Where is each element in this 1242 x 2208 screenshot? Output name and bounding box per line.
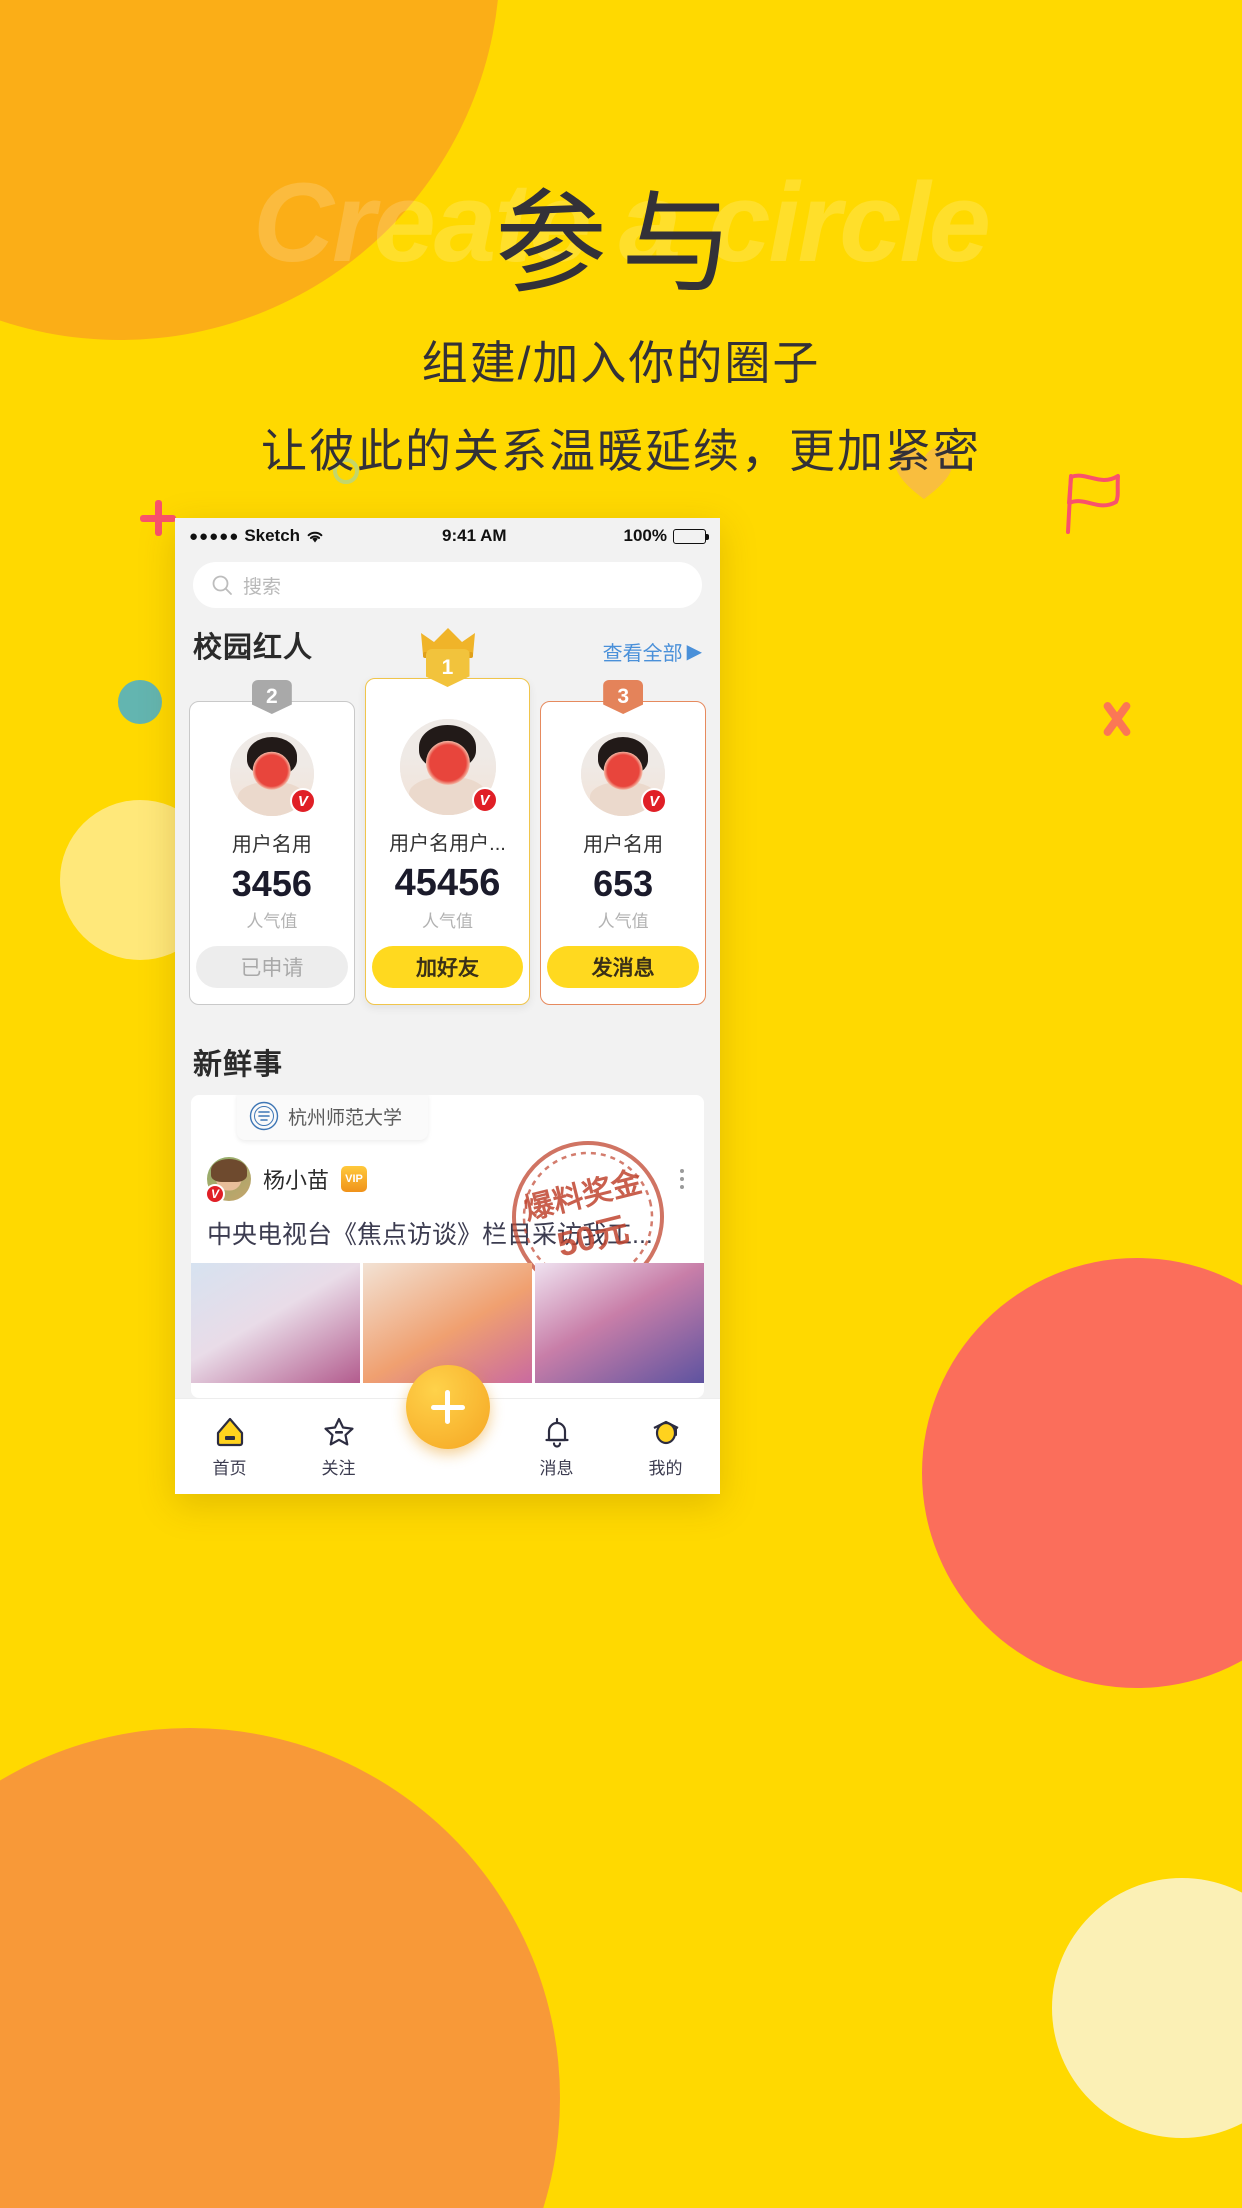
tab-messages-label: 消息: [539, 1458, 574, 1478]
verified-icon: V: [289, 788, 316, 814]
tab-follow[interactable]: 关注: [284, 1415, 393, 1479]
username-label: 用户名用: [583, 834, 664, 856]
school-logo-icon: [249, 1101, 279, 1131]
search-icon: [212, 575, 232, 595]
verified-icon: V: [205, 1184, 225, 1204]
page-title: 参与: [495, 181, 747, 306]
search-section: 搜索: [175, 554, 720, 620]
ranking-card-2[interactable]: 2 V 用户名用 3456 人气值 已申请: [189, 680, 355, 1005]
battery-icon: [672, 528, 709, 544]
post-image[interactable]: [535, 1263, 704, 1383]
tab-home-label: 首页: [212, 1458, 247, 1478]
carrier-label: Sketch: [244, 526, 301, 545]
bell-icon: [544, 1417, 569, 1448]
feed-post-card[interactable]: 杭州师范大学 V 杨小苗 VIP 爆料奖金 50元 中央电视台《焦点访谈》栏目采…: [191, 1095, 704, 1398]
verified-icon: V: [471, 787, 498, 813]
add-friend-button[interactable]: 加好友: [371, 946, 524, 988]
status-bar-time: 9:41 AM: [442, 526, 507, 545]
view-all-link[interactable]: 查看全部 ▶: [603, 637, 702, 666]
ranking-cards-row: 2 V 用户名用 3456 人气值 已申请 1 V 用户名用户... 45456…: [175, 628, 720, 1027]
popularity-label: 人气值: [597, 912, 649, 931]
cream-circle-bottom-right: [1052, 1878, 1242, 2138]
phone-mockup: ●●●●● Sketch 9:41 AM 100% 搜索 校园红人 查看全部 ▶…: [175, 518, 720, 1494]
hero-subtitle-line-1: 组建/加入你的圈子: [421, 336, 821, 389]
tab-messages[interactable]: 消息: [502, 1415, 611, 1479]
send-message-button[interactable]: 发消息: [547, 946, 700, 988]
avatar[interactable]: V: [205, 1157, 251, 1204]
post-title: 中央电视台《焦点访谈》栏目采访我工...: [207, 1221, 653, 1249]
wifi-icon: [307, 531, 323, 542]
tab-follow-label: 关注: [321, 1458, 356, 1478]
pink-plus-icon: [140, 500, 176, 536]
popularity-value: 653: [593, 863, 654, 904]
rank-badge: 1: [425, 649, 470, 687]
avatar: V: [229, 732, 316, 816]
username-label: 用户名用户...: [389, 833, 506, 855]
vip-medal-icon: VIP: [341, 1166, 368, 1192]
status-bar: ●●●●● Sketch 9:41 AM 100%: [175, 518, 720, 554]
orange-blob-bottom-left: [0, 1728, 560, 2208]
popularity-value: 3456: [231, 863, 312, 904]
ranking-card-3[interactable]: 3 V 用户名用 653 人气值 发消息: [540, 680, 707, 1005]
popularity-value: 45456: [394, 862, 501, 904]
bottom-tab-bar: 首页 关注 消息 我的: [175, 1365, 720, 1494]
signal-dots-icon: ●●●●●: [189, 527, 240, 545]
feed-section-header: 新鲜事: [175, 1027, 720, 1095]
chevron-right-icon: ▶: [686, 641, 702, 663]
battery-percent-label: 100%: [623, 526, 667, 545]
hero-section: 参与 组建/加入你的圈子 让彼此的关系温暖延续，更加紧密: [0, 180, 1242, 481]
stars-section-title: 校园红人: [193, 632, 314, 664]
coral-circle-right: [922, 1258, 1242, 1688]
feed-section-title: 新鲜事: [193, 1049, 284, 1081]
coral-x-icon: [1098, 700, 1136, 738]
post-image[interactable]: [191, 1263, 360, 1383]
search-input[interactable]: 搜索: [193, 562, 702, 608]
profile-icon: [653, 1420, 678, 1444]
home-icon: [216, 1417, 243, 1446]
post-author-name: 杨小苗: [263, 1168, 330, 1193]
tab-profile[interactable]: 我的: [611, 1415, 720, 1479]
rank-badge: 2: [251, 680, 292, 714]
ranking-card-1[interactable]: 1 V 用户名用户... 45456 人气值 加好友: [364, 628, 531, 1005]
teal-dot: [118, 680, 162, 724]
tab-profile-label: 我的: [648, 1458, 683, 1478]
rank-badge: 3: [603, 680, 644, 714]
avatar: V: [399, 719, 498, 815]
kebab-menu-icon[interactable]: [676, 1163, 688, 1195]
tab-home[interactable]: 首页: [175, 1415, 284, 1479]
popularity-label: 人气值: [246, 912, 298, 931]
school-tag[interactable]: 杭州师范大学: [237, 1095, 429, 1140]
username-label: 用户名用: [231, 834, 312, 856]
popularity-label: 人气值: [422, 912, 473, 931]
school-name-label: 杭州师范大学: [288, 1107, 403, 1129]
star-icon: [323, 1417, 354, 1445]
verified-icon: V: [641, 788, 668, 814]
applied-button[interactable]: 已申请: [196, 946, 348, 988]
view-all-label: 查看全部: [602, 643, 683, 665]
avatar: V: [581, 732, 668, 816]
hero-subtitle-line-2: 让彼此的关系温暖延续，更加紧密: [261, 424, 981, 477]
create-post-fab-button[interactable]: [405, 1365, 490, 1449]
search-placeholder: 搜索: [243, 576, 282, 598]
